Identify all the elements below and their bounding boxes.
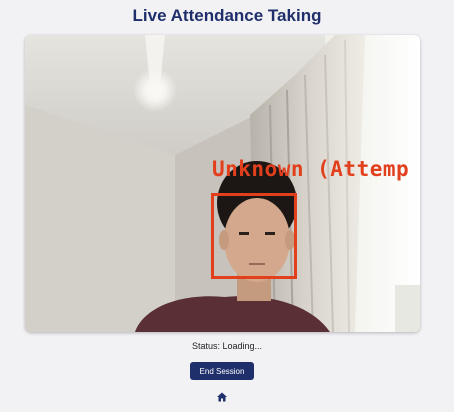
end-session-button[interactable]: End Session: [190, 362, 254, 380]
home-icon[interactable]: [217, 389, 227, 402]
camera-feed: Unknown (Attemp: [25, 35, 420, 332]
page-title: Live Attendance Taking: [132, 6, 322, 25]
detection-label: Unknown (Attemp: [212, 157, 410, 181]
attendance-page: Live Attendance Taking Unknown (Attemp S…: [0, 0, 454, 412]
camera-image: [25, 35, 420, 332]
status-text: Status: Loading...: [191, 341, 263, 351]
face-detection-box: [211, 193, 297, 279]
